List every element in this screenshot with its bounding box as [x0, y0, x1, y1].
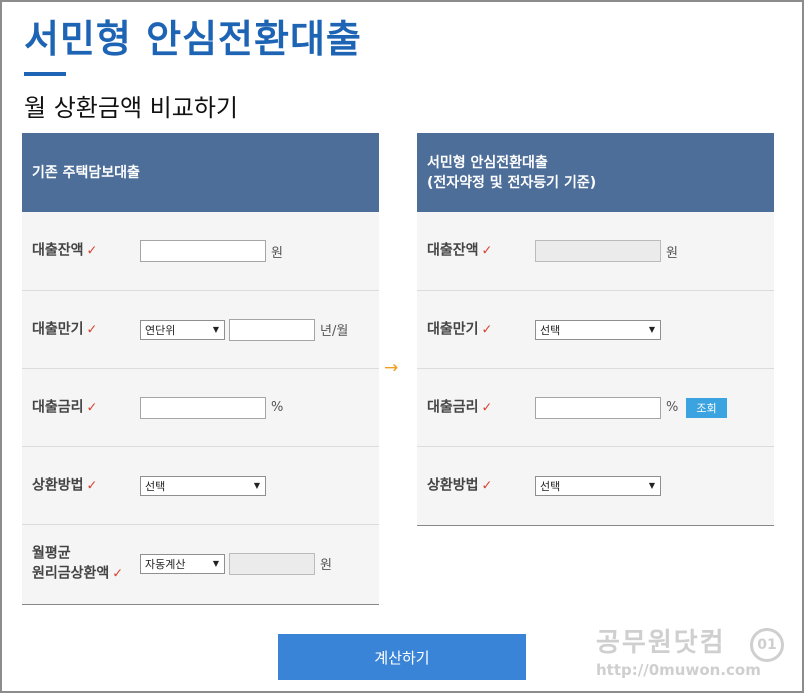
required-check-icon: ✓	[86, 400, 98, 415]
left-monthly-label-line2: 원리금상환액	[32, 565, 110, 581]
right-repayment-controls: 선택 ▼	[535, 475, 661, 496]
right-balance-output	[535, 240, 661, 262]
required-check-icon: ✓	[86, 478, 98, 493]
required-check-icon: ✓	[112, 566, 124, 581]
right-row-balance: 대출잔액 ✓ 원	[417, 212, 774, 290]
title-underline	[24, 72, 66, 76]
left-repayment-controls: 선택 ▼	[140, 475, 266, 496]
left-monthly-label-line1: 월평균	[32, 545, 71, 561]
dropdown-arrow-icon: ▼	[648, 325, 655, 334]
watermark-url: http://0muwon.com	[596, 661, 761, 679]
dropdown-arrow-icon: ▼	[212, 325, 219, 334]
left-row-balance: 대출잔액 ✓ 원	[22, 212, 379, 290]
required-check-icon: ✓	[481, 478, 493, 493]
right-balance-controls: 원	[535, 240, 678, 262]
calculate-button[interactable]: 계산하기	[278, 634, 526, 680]
watermark: 공무원닷컴 http://0muwon.com 01	[596, 622, 784, 679]
dropdown-arrow-icon: ▼	[648, 481, 655, 490]
left-rate-controls: %	[140, 396, 284, 419]
dropdown-arrow-icon: ▼	[212, 559, 219, 568]
right-balance-label: 대출잔액 ✓	[427, 241, 492, 262]
left-row-maturity: 대출만기 ✓ 연단위 ▼ 년/월	[22, 290, 379, 368]
watermark-name: 공무원닷컴	[596, 628, 726, 658]
right-maturity-label-text: 대출만기	[427, 321, 479, 337]
safe-conversion-header-line2: (전자약정 및 전자등기 기준)	[427, 174, 597, 191]
left-balance-label-text: 대출잔액	[32, 242, 84, 259]
left-repayment-label: 상환방법 ✓	[32, 475, 97, 496]
right-row-rate: 대출금리 ✓ % 조회	[417, 368, 774, 446]
right-maturity-label: 대출만기 ✓	[427, 319, 492, 340]
left-maturity-label: 대출만기 ✓	[32, 319, 97, 340]
left-repayment-select[interactable]: 선택 ▼	[140, 475, 266, 496]
left-monthly-controls: 자동계산 ▼ 원	[140, 552, 332, 575]
left-maturity-unit-select-value: 연단위	[145, 323, 176, 337]
watermark-logo-icon: 01	[750, 628, 784, 662]
right-balance-unit: 원	[666, 245, 678, 261]
required-check-icon: ✓	[481, 243, 493, 259]
left-rate-label-text: 대출금리	[32, 399, 84, 415]
left-monthly-label: 월평균 원리금상환액 ✓	[32, 543, 123, 584]
right-balance-label-text: 대출잔액	[427, 242, 479, 259]
right-repayment-label-text: 상환방법	[427, 477, 479, 493]
left-monthly-mode-select[interactable]: 자동계산 ▼	[140, 553, 225, 574]
left-balance-label: 대출잔액 ✓	[32, 241, 97, 262]
safe-conversion-header-line1: 서민형 안심전환대출	[427, 154, 548, 171]
required-check-icon: ✓	[86, 243, 98, 259]
left-rate-label: 대출금리 ✓	[32, 397, 97, 418]
right-row-maturity: 대출만기 ✓ 선택 ▼	[417, 290, 774, 368]
dropdown-arrow-icon: ▼	[253, 481, 260, 490]
left-monthly-output	[229, 552, 315, 575]
required-check-icon: ✓	[481, 322, 493, 337]
required-check-icon: ✓	[481, 400, 493, 415]
left-repayment-label-text: 상환방법	[32, 477, 84, 493]
page-title: 서민형 안심전환대출	[24, 17, 362, 61]
right-rate-label: 대출금리 ✓	[427, 397, 492, 418]
existing-loan-panel: 기존 주택담보대출 대출잔액 ✓ 원 대출만기 ✓ 연단위 ▼ 년/월 대출금리 ✓	[22, 133, 379, 605]
left-rate-input[interactable]	[140, 396, 266, 419]
right-maturity-select[interactable]: 선택 ▼	[535, 319, 661, 340]
left-row-monthly: 월평균 원리금상환액 ✓ 자동계산 ▼ 원	[22, 524, 379, 602]
right-row-repayment: 상환방법 ✓ 선택 ▼	[417, 446, 774, 524]
safe-conversion-panel: 서민형 안심전환대출 (전자약정 및 전자등기 기준) 대출잔액 ✓ 원 대출만기…	[417, 133, 774, 526]
right-arrow-icon: →	[384, 358, 399, 378]
left-maturity-label-text: 대출만기	[32, 321, 84, 337]
right-maturity-select-value: 선택	[540, 323, 561, 337]
right-rate-controls: % 조회	[535, 396, 727, 419]
left-balance-controls: 원	[140, 240, 283, 262]
left-maturity-unit-select[interactable]: 연단위 ▼	[140, 319, 225, 340]
existing-loan-header-text: 기존 주택담보대출	[32, 164, 140, 181]
left-rate-unit: %	[271, 400, 284, 415]
left-maturity-input[interactable]	[229, 318, 315, 341]
right-rate-unit: %	[666, 400, 679, 415]
left-maturity-controls: 연단위 ▼ 년/월	[140, 318, 349, 341]
right-maturity-controls: 선택 ▼	[535, 319, 661, 340]
left-maturity-unit: 년/월	[320, 324, 349, 339]
rate-lookup-button[interactable]: 조회	[686, 397, 727, 418]
safe-conversion-header: 서민형 안심전환대출 (전자약정 및 전자등기 기준)	[417, 133, 774, 212]
left-balance-unit: 원	[271, 245, 283, 261]
right-repayment-label: 상환방법 ✓	[427, 475, 492, 496]
left-repayment-select-value: 선택	[145, 479, 166, 493]
right-repayment-select[interactable]: 선택 ▼	[535, 475, 661, 496]
left-monthly-mode-select-value: 자동계산	[145, 557, 186, 571]
right-rate-input[interactable]	[535, 396, 661, 419]
existing-loan-header: 기존 주택담보대출	[22, 133, 379, 212]
left-balance-input[interactable]	[140, 240, 266, 262]
left-row-repayment: 상환방법 ✓ 선택 ▼	[22, 446, 379, 524]
left-monthly-unit: 원	[320, 558, 332, 573]
right-repayment-select-value: 선택	[540, 479, 561, 493]
left-row-rate: 대출금리 ✓ %	[22, 368, 379, 446]
page-subtitle: 월 상환금액 비교하기	[24, 94, 238, 122]
required-check-icon: ✓	[86, 322, 98, 337]
right-rate-label-text: 대출금리	[427, 399, 479, 415]
